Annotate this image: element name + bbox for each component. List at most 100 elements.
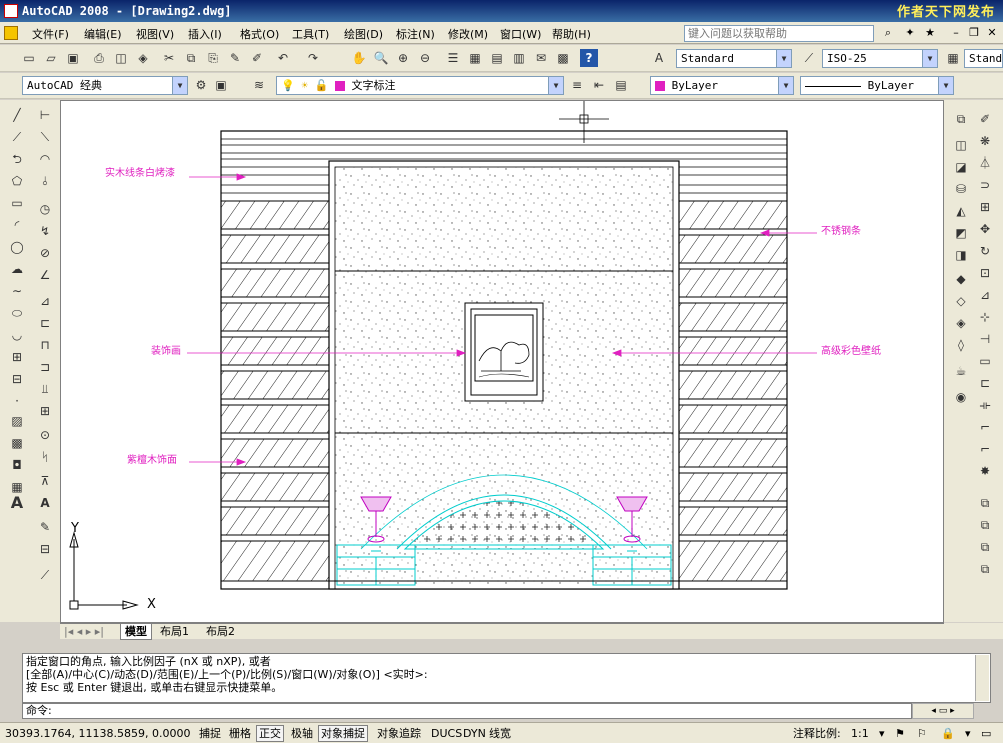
command-input[interactable]: 命令: — [22, 703, 912, 719]
menu-edit[interactable]: 编辑(E) — [84, 26, 122, 42]
tab-layout2[interactable]: 布局2 — [206, 624, 235, 639]
menu-file[interactable]: 文件(F) — [32, 26, 69, 42]
chevron-down-icon[interactable]: ▼ — [776, 50, 791, 67]
command-scrollbar[interactable] — [975, 655, 989, 701]
block-editor-icon[interactable]: ✐ — [248, 49, 266, 67]
insert-block-icon[interactable]: ⊞ — [8, 348, 26, 366]
menu-dimension[interactable]: 标注(N) — [396, 26, 435, 42]
pan-icon[interactable]: ✋ — [350, 49, 368, 67]
fillet-icon[interactable]: ⌐ — [976, 418, 994, 436]
quickcalc-icon[interactable]: ▩ — [554, 49, 572, 67]
quick-leader-icon[interactable]: ⊐ — [36, 358, 54, 376]
rectangle-icon[interactable]: ▭ — [8, 194, 26, 212]
dim-style-combo[interactable]: ISO-25 ▼ — [822, 49, 938, 68]
inspection-icon[interactable]: ⊙ — [36, 426, 54, 444]
layer-manager-icon[interactable]: ≋ — [250, 76, 268, 94]
jogged-linear-icon[interactable]: ᛋ — [36, 448, 54, 466]
osnap-toggle[interactable]: 对象捕捉 — [318, 725, 368, 742]
dimension-style-icon[interactable]: ⊟ — [36, 540, 54, 558]
scale-icon[interactable]: ⊡ — [976, 264, 994, 282]
dim-style-icon[interactable]: ⟋ — [800, 49, 818, 67]
construction-line-icon[interactable]: ⟋ — [8, 128, 26, 146]
color-combo[interactable]: ByLayer ▼ — [650, 76, 794, 95]
autocad-app-icon[interactable] — [4, 4, 18, 18]
menu-help[interactable]: 帮助(H) — [552, 26, 591, 42]
box-3d-icon[interactable]: ◫ — [952, 136, 970, 154]
annotation-scale-value[interactable]: 1:1 — [848, 725, 872, 742]
dimension-update-icon[interactable]: ✎ — [36, 518, 54, 536]
diameter-dimension-icon[interactable]: ⊘ — [36, 244, 54, 262]
menu-view[interactable]: 视图(V) — [136, 26, 174, 42]
zoom-previous-icon[interactable]: ⊖ — [416, 49, 434, 67]
cone-icon[interactable]: ◭ — [952, 202, 970, 220]
menu-window[interactable]: 窗口(W) — [500, 26, 541, 42]
linetype-combo[interactable]: ByLayer ▼ — [800, 76, 954, 95]
dyn-toggle[interactable]: DYN — [460, 725, 489, 742]
offset-icon[interactable]: ⊃ — [976, 176, 994, 194]
make-block-icon[interactable]: ⊟ — [8, 370, 26, 388]
chevron-down-icon[interactable]: ▼ — [938, 77, 953, 94]
new-file-icon[interactable]: ▭ — [20, 49, 38, 67]
status-menu-icon[interactable]: ▾ — [962, 725, 974, 742]
join-icon[interactable]: ⊏ — [976, 374, 994, 392]
lineweight-toggle[interactable]: 线宽 — [486, 725, 514, 742]
menu-format[interactable]: 格式(O) — [240, 26, 279, 42]
close-icon[interactable]: ✕ — [984, 25, 1000, 41]
rotate-icon[interactable]: ↻ — [976, 242, 994, 260]
text-style-combo[interactable]: Standard ▼ — [676, 49, 792, 68]
trim-icon[interactable]: ⊹ — [976, 308, 994, 326]
polyline-icon[interactable]: ⮌ — [8, 150, 26, 168]
erase-icon[interactable]: ✐ — [976, 110, 994, 128]
chamfer-icon[interactable]: ⟛ — [976, 396, 994, 414]
scale-dropdown-icon[interactable]: ▾ — [876, 725, 888, 742]
coordinates-readout[interactable]: 30393.1764, 11138.5859, 0.0000 — [2, 725, 193, 742]
tab-nav-arrows[interactable]: |◂ ◂ ▸ ▸| — [64, 624, 104, 639]
torus-icon[interactable]: ◨ — [952, 246, 970, 264]
continue-dimension-icon[interactable]: ⊓ — [36, 336, 54, 354]
union-icon[interactable]: ◆ — [952, 270, 970, 288]
layer-combo[interactable]: 💡 ☀ 🔓 文字标注 ▼ — [276, 76, 564, 95]
baseline-dimension-icon[interactable]: ⊏ — [36, 314, 54, 332]
mirror-icon[interactable]: ⏃ — [976, 154, 994, 172]
cylinder-icon[interactable]: ⛁ — [952, 180, 970, 198]
copy-icon[interactable]: ⧉ — [182, 49, 200, 67]
layer-previous-icon[interactable]: ⇤ — [590, 76, 608, 94]
hatch-icon[interactable]: ▨ — [8, 412, 26, 430]
drawing-canvas[interactable]: 实木线条白烤漆 不锈钢条 装饰画 高级彩色壁纸 紫檀木饰面 Y X — [60, 100, 944, 623]
search-icon[interactable]: ⌕ — [880, 25, 896, 41]
favorites-star-icon[interactable]: ★ — [922, 25, 938, 41]
linear-dimension-icon[interactable]: ⊢ — [36, 106, 54, 124]
array-icon[interactable]: ⊞ — [976, 198, 994, 216]
plot-preview-icon[interactable]: ◫ — [112, 49, 130, 67]
revision-cloud-icon[interactable]: ☁ — [8, 260, 26, 278]
dimension-text-edit-icon[interactable]: A — [36, 494, 54, 512]
properties-icon[interactable]: ☰ — [444, 49, 462, 67]
chevron-down-icon[interactable]: ▼ — [548, 77, 563, 94]
arc-icon[interactable]: ◜ — [8, 216, 26, 234]
tab-layout1[interactable]: 布局1 — [160, 624, 189, 639]
gradient-icon[interactable]: ▩ — [8, 434, 26, 452]
zoom-window-icon[interactable]: ⊕ — [394, 49, 412, 67]
ellipse-icon[interactable]: ⬭ — [8, 304, 26, 322]
ellipse-arc-icon[interactable]: ◡ — [8, 326, 26, 344]
tolerance-icon[interactable]: ⫫ — [36, 380, 54, 398]
ordinate-dimension-icon[interactable]: ⫰ — [36, 172, 54, 190]
match-properties-icon[interactable]: ✎ — [226, 49, 244, 67]
extend-icon[interactable]: ⊣ — [976, 330, 994, 348]
table-style-combo[interactable]: Stand — [964, 49, 1003, 68]
open-file-icon[interactable]: ▱ — [42, 49, 60, 67]
chevron-down-icon[interactable]: ▼ — [778, 77, 793, 94]
menu-insert[interactable]: 插入(I) — [188, 26, 222, 42]
chevron-down-icon[interactable]: ▼ — [922, 50, 937, 67]
help-icon[interactable]: ? — [580, 49, 598, 67]
make-object-layer-current-icon[interactable]: ≡ — [568, 76, 586, 94]
spline-icon[interactable]: ∼ — [8, 282, 26, 300]
document-icon[interactable] — [4, 26, 18, 40]
clean-screen-icon[interactable]: ▭ — [978, 725, 994, 742]
workspace-combo[interactable]: AutoCAD 经典 ▼ — [22, 76, 188, 95]
publish-icon[interactable]: ◈ — [134, 49, 152, 67]
my-workspace-icon[interactable]: ▣ — [212, 76, 230, 94]
stretch-icon[interactable]: ⊿ — [976, 286, 994, 304]
multiline-text-icon[interactable]: A — [8, 494, 26, 512]
plot-icon[interactable]: ⎙ — [90, 49, 108, 67]
